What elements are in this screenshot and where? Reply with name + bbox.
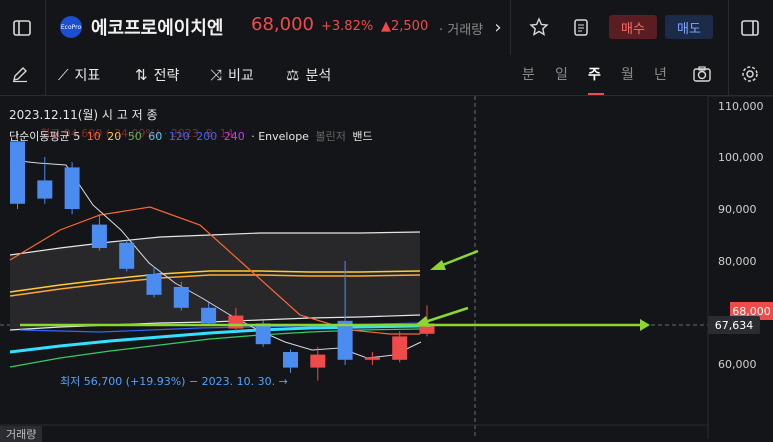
toolbar-strategy-label: 전략 <box>153 68 180 84</box>
period-minute[interactable]: 분 <box>522 64 535 84</box>
max-price-note: 최고 94,600 (-34.09%) · 2023. 8. 14. <box>40 127 238 140</box>
candle-body <box>228 315 244 329</box>
sidebar-toggle-icon[interactable] <box>10 16 34 40</box>
chart-info-line: 2023.12.11(월) 시 고 저 종 <box>9 108 158 122</box>
analysis-icon: ⚖ <box>286 66 300 84</box>
volume-pane-label[interactable]: 거래량 <box>0 426 43 442</box>
period-day[interactable]: 일 <box>555 64 568 84</box>
crosshair-price-label: 67,634 <box>708 316 760 334</box>
annotation-arrowhead-lower <box>414 316 430 327</box>
annotation-arrow-lower <box>424 306 469 324</box>
current-price: 68,000 <box>251 14 314 35</box>
candle-body <box>119 242 135 269</box>
legend-band[interactable]: 밴드 <box>352 130 372 143</box>
toolbar-compare-label: 비교 <box>228 68 254 84</box>
pencil-icon[interactable] <box>9 63 31 85</box>
period-week[interactable]: 주 <box>588 64 601 84</box>
indicator-icon: ⟋ <box>58 66 69 84</box>
y-tick-110000: 110,000 <box>718 100 764 113</box>
candle-body <box>64 167 80 209</box>
camera-icon[interactable] <box>690 63 714 85</box>
candle-body <box>10 141 25 204</box>
period-month[interactable]: 월 <box>621 64 634 84</box>
compare-icon: ⤨ <box>210 66 223 84</box>
toolbar-strategy[interactable]: ⇅ 전략 <box>135 64 179 86</box>
gear-icon[interactable] <box>738 63 762 85</box>
candle-body <box>255 323 271 345</box>
y-tick-80000: 80,000 <box>718 255 757 268</box>
candle-body <box>146 274 162 295</box>
panel-toggle-icon[interactable] <box>738 16 762 40</box>
volume-label: · 거래량 <box>439 23 484 38</box>
ticker-name[interactable]: 에코프로에이치엔 <box>91 14 223 40</box>
toolbar-indicators-label: 지표 <box>74 68 101 84</box>
candle-body <box>364 357 380 360</box>
candle-body <box>201 307 217 324</box>
candle-body <box>173 287 189 308</box>
candle-body <box>37 180 53 199</box>
candle-body <box>337 320 353 360</box>
annotation-arrowhead-upper <box>430 260 446 270</box>
ma-50-line <box>9 328 421 368</box>
toolbar-indicators[interactable]: ⟋ 지표 <box>58 64 100 86</box>
min-price-note: 최저 56,700 (+19.93%) − 2023. 10. 30. → <box>60 375 288 388</box>
y-tick-90000: 90,000 <box>718 203 757 216</box>
annotation-arrowhead-right <box>640 319 650 331</box>
toolbar-analysis[interactable]: ⚖ 분석 <box>286 64 331 86</box>
y-tick-60000: 60,000 <box>718 358 757 371</box>
legend-bollinger[interactable]: 볼린저 <box>315 130 345 143</box>
change-amount: ▲2,500 <box>381 19 429 34</box>
candle-body <box>283 352 298 368</box>
period-year[interactable]: 년 <box>654 64 667 84</box>
toolbar-analysis-label: 분석 <box>305 68 332 84</box>
ticker-logo: EcoPro <box>60 16 82 38</box>
candle-body <box>91 224 107 248</box>
strategy-icon: ⇅ <box>135 66 148 84</box>
candle-body <box>310 354 326 368</box>
chevron-right-icon[interactable]: › <box>487 14 509 40</box>
change-percent: +3.82% <box>321 19 374 34</box>
legend-envelope[interactable]: · Envelope <box>251 130 309 143</box>
top-bar: EcoPro 에코프로에이치엔 68,000 +3.82% ▲2,500 · 거… <box>0 0 773 56</box>
star-icon[interactable] <box>527 15 551 39</box>
annotation-arrow-upper <box>439 249 479 268</box>
candle-body <box>392 336 408 360</box>
sell-button[interactable]: 매도 <box>665 15 713 39</box>
active-period-indicator <box>588 93 604 95</box>
clipboard-icon[interactable] <box>569 15 593 39</box>
y-tick-100000: 100,000 <box>718 151 764 164</box>
toolbar-compare[interactable]: ⤨ 비교 <box>210 64 254 86</box>
buy-button[interactable]: 매수 <box>609 15 657 39</box>
